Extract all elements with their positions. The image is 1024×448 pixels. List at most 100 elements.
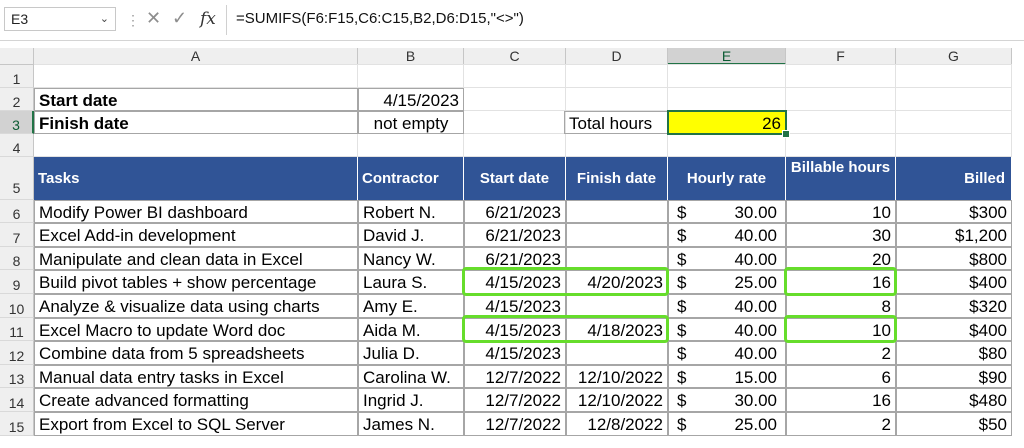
hourly-rate-cell[interactable]: $40.00 bbox=[668, 294, 786, 318]
billed-cell[interactable]: $80 bbox=[896, 341, 1012, 365]
column-header-b[interactable]: B bbox=[358, 48, 464, 65]
billable-hours-cell[interactable]: 6 bbox=[786, 365, 896, 388]
table-header-cell[interactable]: Finish date bbox=[566, 157, 668, 200]
finish-date-cell[interactable] bbox=[566, 223, 668, 247]
contractor-cell[interactable]: James N. bbox=[358, 412, 464, 436]
billed-cell[interactable]: $1,200 bbox=[896, 223, 1012, 247]
billable-hours-cell[interactable]: 2 bbox=[786, 341, 896, 365]
table-header-cell[interactable]: Contractor bbox=[358, 157, 464, 200]
task-cell[interactable]: Create advanced formatting bbox=[34, 388, 358, 412]
start-date-cell[interactable]: 6/21/2023 bbox=[464, 200, 566, 223]
billed-cell[interactable]: $300 bbox=[896, 200, 1012, 223]
column-header-a[interactable]: A bbox=[34, 48, 358, 65]
task-cell[interactable]: Build pivot tables + show percentage bbox=[34, 270, 358, 294]
column-header-d[interactable]: D bbox=[566, 48, 668, 65]
finish-date-cell[interactable]: 4/20/2023 bbox=[566, 270, 668, 294]
start-date-cell[interactable]: 4/15/2023 bbox=[464, 270, 566, 294]
contractor-cell[interactable]: Ingrid J. bbox=[358, 388, 464, 412]
start-date-cell[interactable]: 12/7/2022 bbox=[464, 365, 566, 388]
fill-handle[interactable] bbox=[782, 130, 790, 138]
cancel-icon[interactable]: ✕ bbox=[146, 8, 161, 29]
finish-date-cell[interactable]: 12/10/2022 bbox=[566, 388, 668, 412]
row-header-5[interactable]: 5 bbox=[0, 157, 34, 200]
task-cell[interactable]: Excel Macro to update Word doc bbox=[34, 318, 358, 341]
row-header-7[interactable]: 7 bbox=[0, 223, 34, 247]
total-hours-value[interactable]: 26 bbox=[668, 111, 786, 134]
contractor-cell[interactable]: Laura S. bbox=[358, 270, 464, 294]
hourly-rate-cell[interactable]: $25.00 bbox=[668, 270, 786, 294]
table-header-cell[interactable]: Billable hours bbox=[786, 157, 896, 200]
billable-hours-cell[interactable]: 30 bbox=[786, 223, 896, 247]
function-icon[interactable]: fx bbox=[200, 9, 216, 29]
billable-hours-cell[interactable]: 2 bbox=[786, 412, 896, 436]
hourly-rate-cell[interactable]: $40.00 bbox=[668, 318, 786, 341]
finish-date-cell[interactable]: 4/18/2023 bbox=[566, 318, 668, 341]
hourly-rate-cell[interactable]: $40.00 bbox=[668, 247, 786, 270]
total-hours-label[interactable]: Total hours bbox=[564, 111, 668, 134]
billed-cell[interactable]: $400 bbox=[896, 270, 1012, 294]
finish-date-cell[interactable] bbox=[566, 200, 668, 223]
finish-date-cell[interactable]: 12/8/2022 bbox=[566, 412, 668, 436]
select-all-corner[interactable] bbox=[0, 48, 34, 65]
contractor-cell[interactable]: Nancy W. bbox=[358, 247, 464, 270]
billed-cell[interactable]: $480 bbox=[896, 388, 1012, 412]
billed-cell[interactable]: $50 bbox=[896, 412, 1012, 436]
row-header-10[interactable]: 10 bbox=[0, 294, 34, 318]
name-box[interactable]: E3 ⌄ bbox=[4, 7, 116, 31]
start-date-cell[interactable]: 6/21/2023 bbox=[464, 247, 566, 270]
contractor-cell[interactable]: David J. bbox=[358, 223, 464, 247]
hourly-rate-cell[interactable]: $25.00 bbox=[668, 412, 786, 436]
table-header-cell[interactable]: Hourly rate bbox=[668, 157, 786, 200]
row-header-2[interactable]: 2 bbox=[0, 88, 34, 111]
task-cell[interactable]: Analyze & visualize data using charts bbox=[34, 294, 358, 318]
column-header-c[interactable]: C bbox=[464, 48, 566, 65]
billable-hours-cell[interactable]: 16 bbox=[786, 388, 896, 412]
row-header-12[interactable]: 12 bbox=[0, 341, 34, 365]
formula-input[interactable]: =SUMIFS(F6:F15,C6:C15,B2,D6:D15,"<>") bbox=[236, 8, 524, 30]
more-vert-icon[interactable]: ⋮ bbox=[126, 12, 141, 29]
billable-hours-cell[interactable]: 20 bbox=[786, 247, 896, 270]
start-date-value[interactable]: 4/15/2023 bbox=[358, 88, 464, 111]
start-date-cell[interactable]: 12/7/2022 bbox=[464, 412, 566, 436]
contractor-cell[interactable]: Amy E. bbox=[358, 294, 464, 318]
row-header-14[interactable]: 14 bbox=[0, 388, 34, 412]
hourly-rate-cell[interactable]: $40.00 bbox=[668, 223, 786, 247]
row-header-13[interactable]: 13 bbox=[0, 365, 34, 388]
row-header-15[interactable]: 15 bbox=[0, 412, 34, 436]
start-date-cell[interactable]: 6/21/2023 bbox=[464, 223, 566, 247]
row-header-4[interactable]: 4 bbox=[0, 134, 34, 157]
chevron-down-icon[interactable]: ⌄ bbox=[100, 8, 109, 30]
hourly-rate-cell[interactable]: $30.00 bbox=[668, 200, 786, 223]
finish-date-label[interactable]: Finish date bbox=[34, 111, 358, 134]
contractor-cell[interactable]: Robert N. bbox=[358, 200, 464, 223]
finish-date-cell[interactable] bbox=[566, 294, 668, 318]
finish-date-cell[interactable] bbox=[566, 341, 668, 365]
column-header-f[interactable]: F bbox=[786, 48, 896, 65]
task-cell[interactable]: Modify Power BI dashboard bbox=[34, 200, 358, 223]
row-header-9[interactable]: 9 bbox=[0, 270, 34, 294]
contractor-cell[interactable]: Julia D. bbox=[358, 341, 464, 365]
finish-date-cell[interactable]: 12/10/2022 bbox=[566, 365, 668, 388]
billed-cell[interactable]: $90 bbox=[896, 365, 1012, 388]
row-header-3[interactable]: 3 bbox=[0, 111, 34, 134]
table-header-cell[interactable]: Tasks bbox=[34, 157, 358, 200]
row-header-11[interactable]: 11 bbox=[0, 318, 34, 341]
hourly-rate-cell[interactable]: $15.00 bbox=[668, 365, 786, 388]
start-date-cell[interactable]: 12/7/2022 bbox=[464, 388, 566, 412]
start-date-cell[interactable]: 4/15/2023 bbox=[464, 318, 566, 341]
start-date-cell[interactable]: 4/15/2023 bbox=[464, 294, 566, 318]
row-header-6[interactable]: 6 bbox=[0, 200, 34, 223]
finish-date-cell[interactable] bbox=[566, 247, 668, 270]
finish-date-value[interactable]: not empty bbox=[358, 111, 464, 134]
start-date-label[interactable]: Start date bbox=[34, 88, 358, 111]
billed-cell[interactable]: $400 bbox=[896, 318, 1012, 341]
enter-check-icon[interactable]: ✓ bbox=[172, 8, 187, 29]
task-cell[interactable]: Manual data entry tasks in Excel bbox=[34, 365, 358, 388]
billable-hours-cell[interactable]: 10 bbox=[786, 200, 896, 223]
task-cell[interactable]: Combine data from 5 spreadsheets bbox=[34, 341, 358, 365]
task-cell[interactable]: Export from Excel to SQL Server bbox=[34, 412, 358, 436]
table-header-cell[interactable]: Billed bbox=[896, 157, 1012, 200]
contractor-cell[interactable]: Carolina W. bbox=[358, 365, 464, 388]
row-header-8[interactable]: 8 bbox=[0, 247, 34, 270]
column-header-g[interactable]: G bbox=[896, 48, 1012, 65]
